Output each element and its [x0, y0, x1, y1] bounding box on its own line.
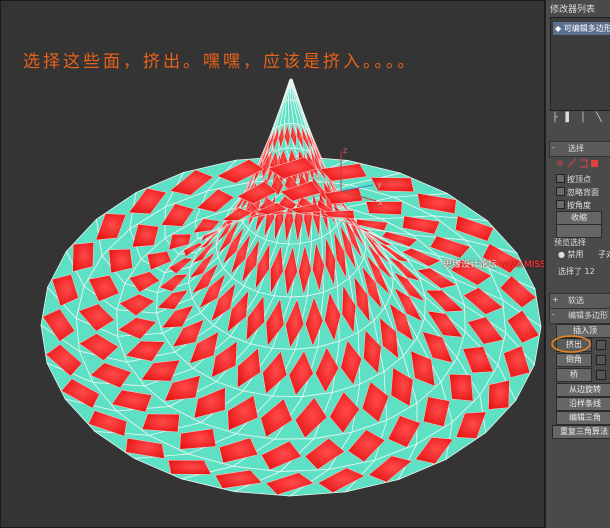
polygon-mode-icon [591, 160, 598, 167]
selected-face [365, 201, 403, 215]
vertex-mode-icon [557, 160, 563, 166]
remove-modifier-icon[interactable]: ╲ [594, 113, 604, 125]
pin-stack-icon[interactable]: ├ [550, 113, 560, 125]
bridge-settings-button[interactable] [596, 370, 606, 380]
preview-disabled-radio[interactable]: ● 禁用 [558, 249, 584, 260]
extrude-along-spline-button[interactable]: 沿样条线 [556, 397, 610, 411]
shrink-button[interactable]: 收缩 [556, 211, 602, 225]
watermark-prefix: 思缘设计论坛 [443, 260, 500, 270]
selected-face [141, 413, 180, 433]
rollout-selection-header[interactable]: - 选择 [549, 141, 610, 157]
axis-label-z: z [343, 146, 347, 155]
watermark-suffix: www.MISSVUAN.COM [499, 260, 545, 270]
border-mode-icon [580, 159, 588, 168]
collapse-icon: - [552, 143, 555, 152]
ring-button[interactable] [556, 224, 602, 238]
edit-triangulation-button[interactable]: 编辑三角 [556, 411, 610, 425]
annotation-text: 选择这些面，挤出。嘿嘿，应该是挤入。。。。 [23, 52, 418, 72]
rollout-title: 软选 [568, 296, 584, 305]
stack-item-editable-poly[interactable]: ◆ 可编辑多边形 [553, 22, 610, 35]
stack-toolbar: ├ ▌ │ ╲ [550, 111, 610, 127]
radio-label: 禁用 [567, 250, 584, 259]
modifier-list-title[interactable]: 修改器列表 [550, 2, 595, 15]
orange-highlight-circle [551, 335, 591, 353]
retriangulate-button[interactable]: 重复三角算法 [552, 425, 610, 439]
show-end-result-icon[interactable]: ▌ [564, 113, 574, 125]
make-unique-icon[interactable]: │ [578, 113, 588, 125]
perspective-viewport[interactable]: z yx 选择这些面，挤出。嘿嘿，应该是挤入。。。。 思缘设计论坛 www.MIS… [0, 0, 545, 528]
ignore-backfacing-checkbox[interactable]: 忽略背面 [556, 187, 599, 198]
selected-face [167, 459, 212, 475]
preview-selection-label: 预览选择 [554, 238, 586, 247]
by-angle-checkbox[interactable]: 按角度 [556, 200, 591, 211]
rollout-edit-polygons-header[interactable]: - 编辑多边形 [549, 308, 610, 324]
rollout-soft-selection-header[interactable]: + 软选 [549, 293, 610, 309]
command-panel: 修改器列表 ◆ 可编辑多边形 ├ ▌ │ ╲ - 选择 按顶点 忽略背面 按角度… [545, 0, 610, 528]
bevel-settings-button[interactable] [596, 355, 606, 365]
hinge-from-edge-button[interactable]: 从边旋转 [556, 383, 610, 397]
collapse-icon: - [552, 310, 555, 319]
selected-face [488, 379, 510, 410]
subobject-icons[interactable] [554, 157, 610, 169]
edge-mode-icon [567, 158, 577, 168]
axis-label-y: y [377, 180, 382, 189]
watermark: 思缘设计论坛 www.MISSVUAN.COM [443, 257, 545, 270]
selection-status-text: 选择了 12 [558, 267, 595, 276]
bevel-button[interactable]: 倒角 [556, 353, 592, 367]
bridge-button[interactable]: 桥 [556, 368, 592, 382]
axis-label-x: x [378, 198, 383, 207]
selected-face [449, 373, 474, 402]
modifier-stack[interactable]: ◆ 可编辑多边形 [550, 17, 610, 111]
rollout-title: 选择 [568, 144, 584, 153]
expand-icon: + [552, 295, 559, 304]
preview-subobject-radio[interactable]: 子对 [598, 249, 610, 260]
selected-face [72, 242, 94, 273]
rollout-title: 编辑多边形 [568, 311, 608, 320]
radio-dot-icon: ● [558, 250, 568, 259]
extrude-settings-button[interactable] [596, 340, 606, 350]
by-vertex-checkbox[interactable]: 按顶点 [556, 174, 591, 185]
